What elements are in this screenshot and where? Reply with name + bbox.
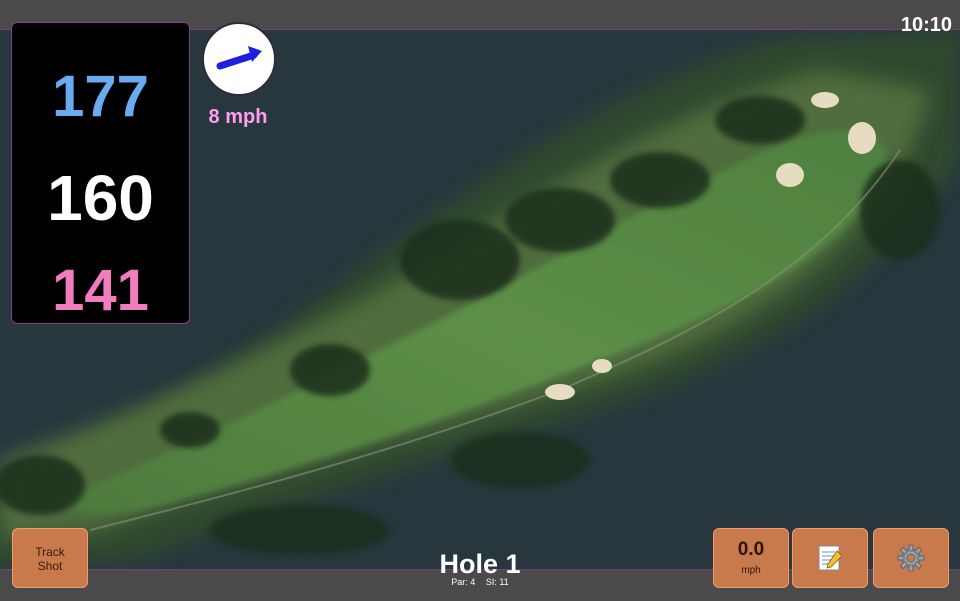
settings-button[interactable] <box>873 528 949 588</box>
track-shot-label-line2: Shot <box>37 559 63 573</box>
track-shot-button[interactable]: Track Shot <box>12 528 88 588</box>
scorecard-notes-button[interactable] <box>792 528 868 588</box>
notepad-icon <box>818 545 843 571</box>
speed-value: 0.0 <box>737 539 765 560</box>
wind-arrow-icon <box>216 46 262 70</box>
hole-par: Par: 4 <box>451 577 476 587</box>
hole-title: Hole 1 <box>439 549 521 579</box>
gear-icon <box>897 544 925 572</box>
hole-info: Par: 4 SI: 11 <box>380 577 580 587</box>
clock-time: 10:10 <box>900 14 952 36</box>
back-distance: 177 <box>52 64 149 129</box>
track-shot-label-line1: Track <box>35 545 65 559</box>
wind-direction-dial <box>202 22 276 96</box>
speed-button[interactable]: 0.0 mph <box>713 528 789 588</box>
front-distance: 141 <box>52 258 149 323</box>
speed-unit: mph <box>741 565 761 576</box>
distance-panel: 177 160 141 <box>11 22 190 324</box>
middle-distance: 160 <box>47 162 154 234</box>
hole-stroke-index: SI: 11 <box>485 577 509 587</box>
wind-speed: 8 mph <box>208 106 268 128</box>
